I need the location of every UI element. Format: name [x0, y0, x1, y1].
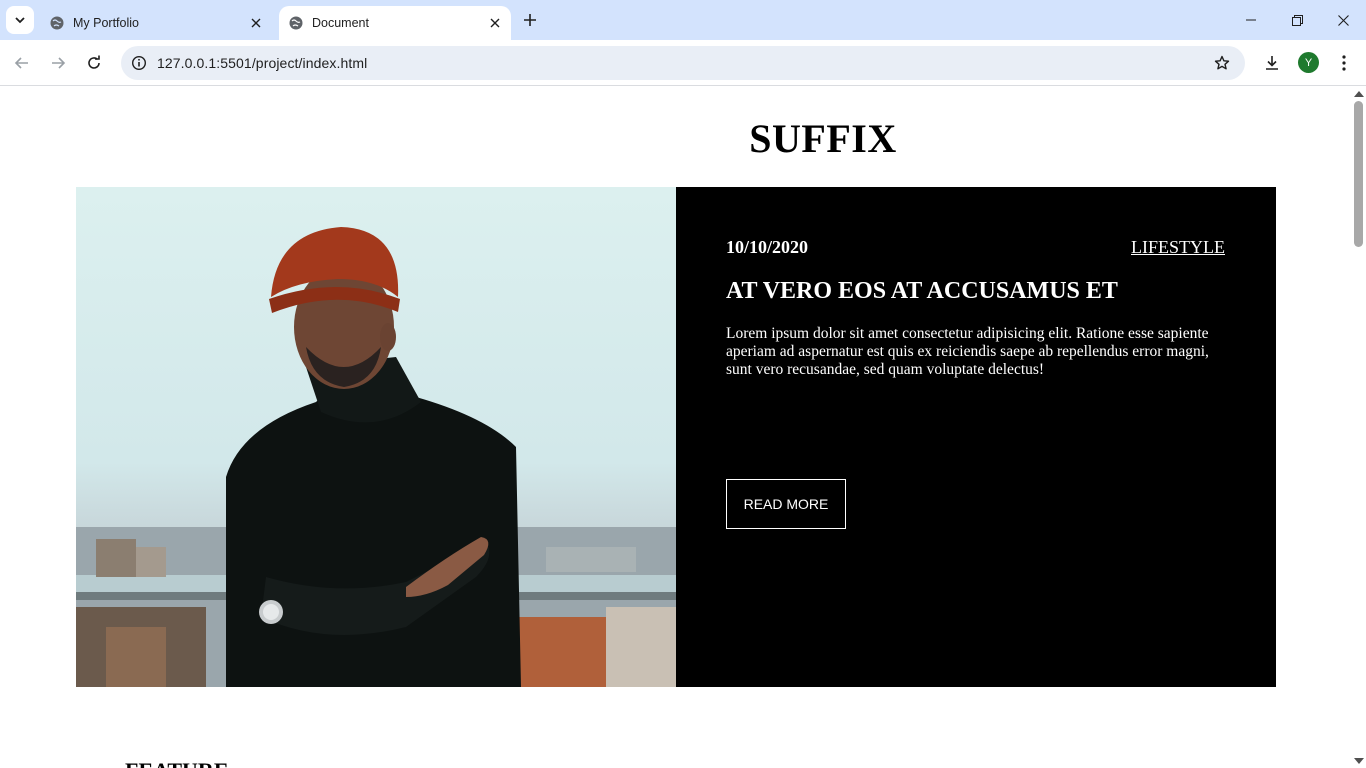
address-bar[interactable]: 127.0.0.1:5501/project/index.html — [121, 46, 1245, 80]
close-icon — [1337, 14, 1349, 26]
globe-icon — [49, 15, 65, 31]
page-viewport: SUFFIX 10/10/2020 LIFESTYLE AT VERO EOS … — [0, 87, 1351, 768]
tab-search-button[interactable] — [6, 6, 34, 34]
profile-avatar[interactable]: Y — [1298, 52, 1319, 73]
portrait-photo — [76, 227, 676, 687]
scroll-up-icon[interactable] — [1354, 91, 1364, 97]
restore-icon — [1291, 14, 1303, 26]
restore-button[interactable] — [1274, 0, 1320, 40]
minimize-icon — [1246, 19, 1256, 21]
hero-panel: 10/10/2020 LIFESTYLE AT VERO EOS AT ACCU… — [676, 187, 1276, 687]
globe-icon — [288, 15, 304, 31]
close-icon[interactable] — [245, 12, 267, 34]
reload-icon — [88, 55, 100, 69]
post-excerpt: Lorem ipsum dolor sit amet consectetur a… — [726, 325, 1209, 378]
page-scrollbar[interactable] — [1351, 87, 1366, 768]
arrow-left-icon — [14, 57, 28, 69]
tab-title: My Portfolio — [73, 16, 139, 30]
feature-heading: FEATURE — [125, 758, 229, 768]
site-info-icon[interactable] — [127, 51, 151, 75]
tab-title: Document — [312, 16, 369, 30]
category-link[interactable]: LIFESTYLE — [1131, 237, 1225, 258]
chevron-down-icon — [15, 17, 25, 24]
more-vertical-icon — [1342, 55, 1346, 71]
scroll-down-icon[interactable] — [1354, 758, 1364, 764]
forward-button[interactable] — [44, 49, 72, 77]
close-icon[interactable] — [484, 12, 506, 34]
download-icon — [1266, 56, 1278, 70]
menu-button[interactable] — [1333, 50, 1355, 76]
browser-toolbar: 127.0.0.1:5501/project/index.html Y — [0, 40, 1366, 86]
arrow-right-icon — [52, 57, 66, 69]
post-title: AT VERO EOS AT ACCUSAMUS ET — [726, 278, 1118, 304]
window-close-button[interactable] — [1320, 0, 1366, 40]
reload-button[interactable] — [80, 49, 108, 77]
site-title: SUFFIX — [749, 116, 897, 161]
tab-document[interactable]: Document — [279, 6, 511, 40]
plus-icon — [524, 14, 536, 26]
post-date: 10/10/2020 — [726, 237, 809, 257]
back-button[interactable] — [8, 49, 36, 77]
minimize-button[interactable] — [1228, 0, 1274, 40]
hero-section: 10/10/2020 LIFESTYLE AT VERO EOS AT ACCU… — [76, 187, 1276, 687]
tab-my-portfolio[interactable]: My Portfolio — [40, 6, 272, 40]
new-tab-button[interactable] — [518, 8, 542, 32]
url-text: 127.0.0.1:5501/project/index.html — [157, 55, 368, 71]
tab-strip: My Portfolio Document — [0, 0, 1366, 40]
downloads-button[interactable] — [1259, 50, 1285, 76]
read-more-button[interactable]: READ MORE — [726, 479, 846, 529]
hero-image — [76, 187, 676, 687]
star-icon[interactable] — [1211, 52, 1233, 74]
scrollbar-thumb[interactable] — [1354, 101, 1363, 247]
